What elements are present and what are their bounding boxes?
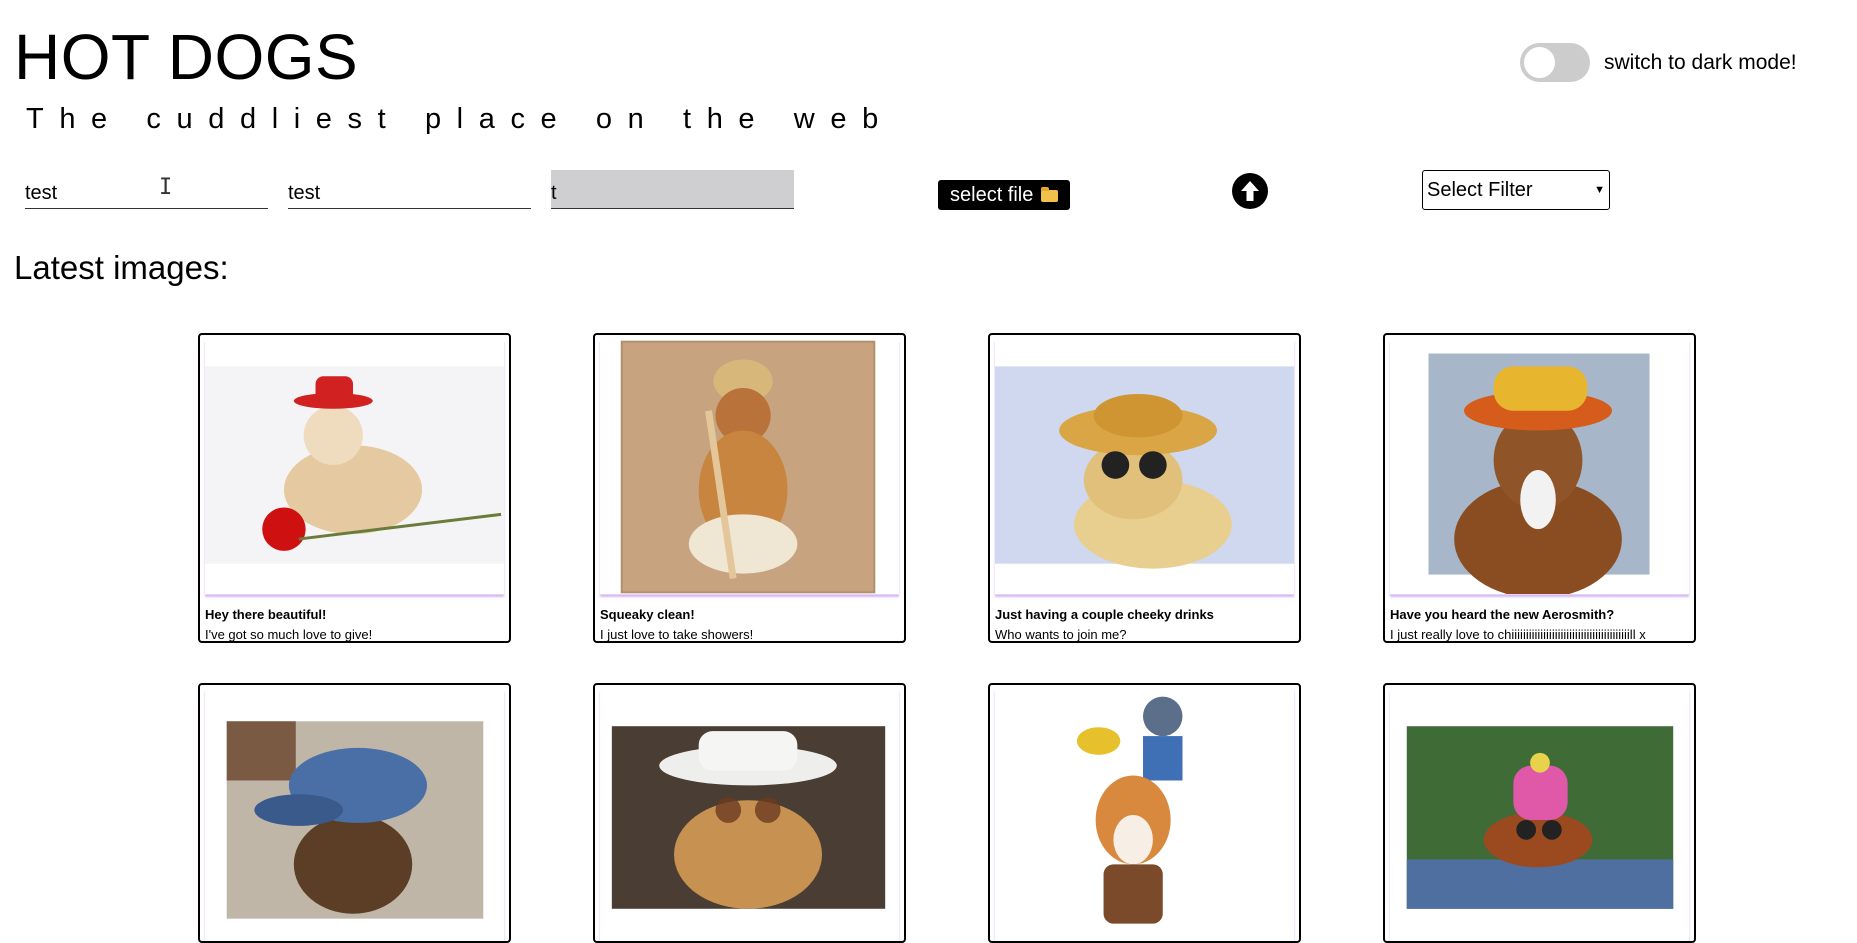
- card-title: Have you heard the new Aerosmith?: [1390, 607, 1615, 622]
- card-photo: [995, 690, 1294, 941]
- card-text: Who wants to join me?: [995, 627, 1127, 642]
- card-text: I've got so much love to give!: [205, 627, 373, 642]
- filter-selected-value: Select Filter: [1427, 178, 1533, 201]
- card-photo: [1390, 340, 1689, 595]
- corgi-rider-photo: [995, 691, 1294, 941]
- image-card[interactable]: [593, 683, 906, 943]
- card-photo: [600, 340, 899, 595]
- description-input[interactable]: [288, 170, 531, 209]
- dog-cowboy-photo: [205, 366, 504, 564]
- title-input[interactable]: [25, 170, 268, 209]
- puppy-beanie-photo: [1406, 726, 1674, 909]
- latest-images-heading: Latest images:: [14, 249, 229, 286]
- image-card[interactable]: [198, 683, 511, 943]
- card-photo: [205, 340, 504, 595]
- dog-straw-hat-photo: [995, 366, 1294, 569]
- card-text: I just really love to chiiiiiiiiiiiiiiii…: [1390, 627, 1646, 642]
- folder-icon: [1041, 187, 1059, 202]
- card-photo: [600, 690, 899, 941]
- card-photo: [995, 340, 1294, 595]
- card-title: Hey there beautiful!: [205, 607, 327, 622]
- arrow-up-icon: [1241, 181, 1259, 201]
- text-cursor-icon: I: [159, 175, 173, 200]
- image-card[interactable]: Have you heard the new Aerosmith? I just…: [1383, 333, 1696, 643]
- image-card[interactable]: Hey there beautiful! I've got so much lo…: [198, 333, 511, 643]
- filter-select[interactable]: Select Filter ▼: [1422, 170, 1610, 210]
- site-title: HOT DOGS: [14, 21, 359, 93]
- image-card[interactable]: [1383, 683, 1696, 943]
- image-card[interactable]: Just having a couple cheeky drinks Who w…: [988, 333, 1301, 643]
- dog-white-hat-photo: [611, 726, 886, 909]
- select-file-button[interactable]: select file: [938, 180, 1071, 210]
- site-subtitle: The cuddliest place on the web: [26, 103, 894, 135]
- toggle-knob: [1524, 47, 1555, 78]
- third-input[interactable]: [551, 170, 794, 209]
- dog-shower-photo: [620, 340, 876, 594]
- dark-mode-label: switch to dark mode!: [1604, 50, 1797, 74]
- dark-mode-switch: switch to dark mode!: [1520, 43, 1797, 82]
- dog-blue-cap-photo: [226, 721, 484, 919]
- upload-button[interactable]: [1232, 173, 1268, 209]
- card-photo: [1390, 690, 1689, 941]
- image-card[interactable]: [988, 683, 1301, 943]
- image-card[interactable]: Squeaky clean! I just love to take showe…: [593, 333, 906, 643]
- select-file-label: select file: [950, 183, 1034, 206]
- dark-mode-toggle[interactable]: [1520, 43, 1590, 82]
- dropdown-caret-icon: ▼: [1594, 184, 1605, 196]
- card-title: Squeaky clean!: [600, 607, 695, 622]
- card-photo: [205, 690, 504, 941]
- card-title: Just having a couple cheeky drinks: [995, 607, 1214, 622]
- card-text: I just love to take showers!: [600, 627, 754, 642]
- dog-bucket-hat-photo: [1428, 353, 1650, 594]
